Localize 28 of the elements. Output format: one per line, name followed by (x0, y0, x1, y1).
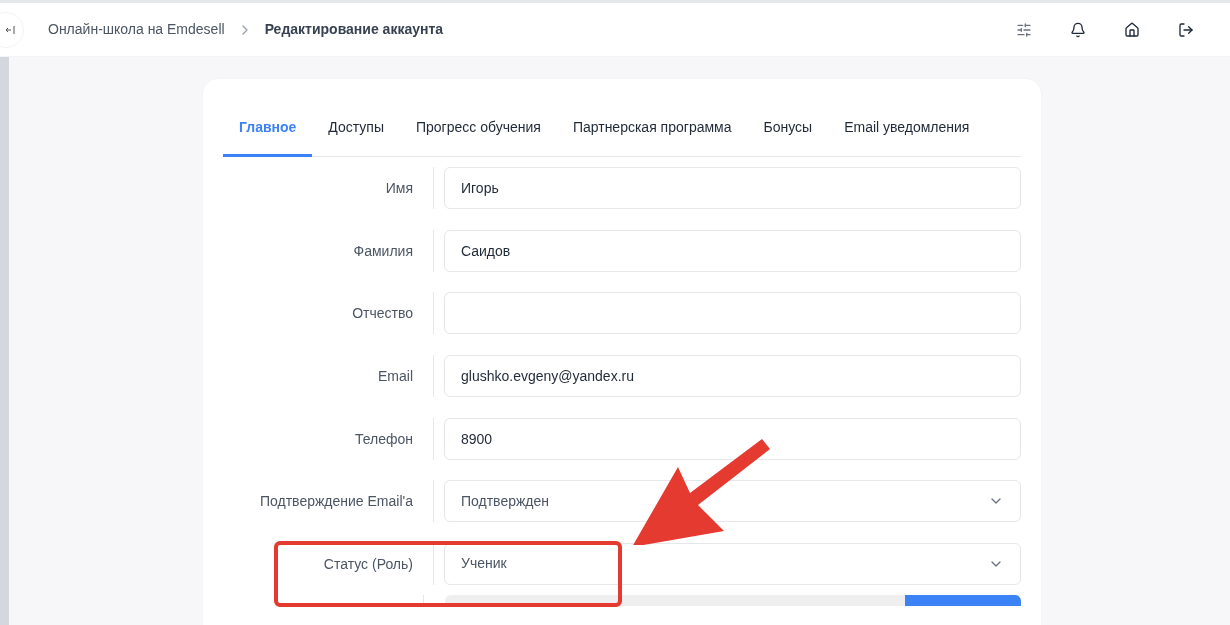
input-field[interactable] (444, 292, 1021, 335)
tab[interactable]: Доступы (312, 101, 400, 157)
input-field[interactable]: Саидов (444, 229, 1021, 272)
input-field[interactable]: 8900 (444, 417, 1021, 460)
tab[interactable]: Главное (223, 101, 313, 157)
input-field[interactable]: Игорь (444, 167, 1021, 210)
select-field[interactable]: Ученик (444, 542, 1021, 585)
field-label: Телефон (354, 430, 413, 447)
tab[interactable]: Прогресс обучения (399, 101, 557, 157)
tab[interactable]: Бонусы (747, 101, 829, 157)
settings-icon[interactable] (1016, 21, 1032, 38)
breadcrumb: Редактирование аккаунта (264, 20, 444, 39)
logout-icon[interactable] (1178, 21, 1194, 38)
file-field[interactable] (445, 595, 905, 607)
input-field[interactable]: glushko.evgeny@yandex.ru (444, 355, 1021, 398)
field-label: Фамилия (353, 242, 413, 259)
breadcrumb[interactable]: Онлайн-школа на Emdesell (48, 19, 225, 40)
field-label: Статус (Роль) (323, 555, 413, 572)
field-label: Отчество (352, 305, 413, 322)
field-label: Подтверждение Email'a (260, 493, 413, 510)
collapse-icon (5, 24, 15, 35)
bell-icon[interactable] (1070, 21, 1086, 38)
tab[interactable]: Партнерская программа (556, 101, 748, 157)
house-icon[interactable] (1124, 21, 1140, 38)
tab[interactable]: Email уведомления (828, 101, 986, 157)
field-label: Имя (385, 180, 413, 197)
field-label: Email (378, 368, 413, 385)
upload-button[interactable] (905, 595, 1021, 607)
